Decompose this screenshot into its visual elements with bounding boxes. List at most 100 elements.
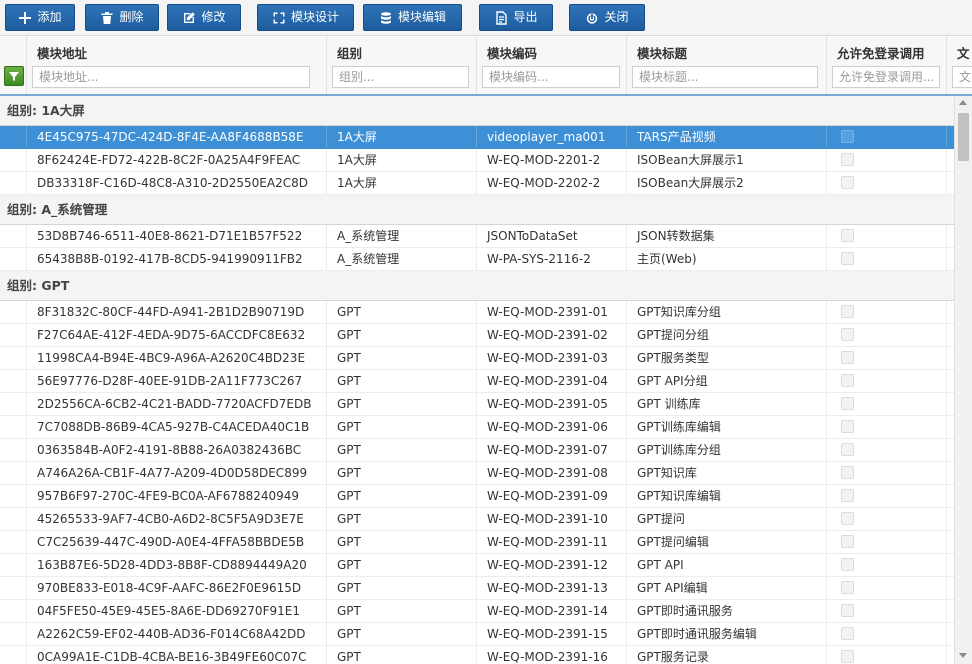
filter-input-allow-anonymous[interactable] bbox=[832, 66, 940, 88]
column-header-doc[interactable]: 文 bbox=[947, 36, 972, 94]
allow-anonymous-checkbox[interactable] bbox=[841, 558, 854, 571]
cell-doc bbox=[947, 577, 954, 599]
cell-group: GPT bbox=[327, 554, 477, 576]
cell-doc bbox=[947, 646, 954, 664]
table-row[interactable]: A746A26A-CB1F-4A77-A209-4D0D58DEC899 GPT W… bbox=[0, 462, 954, 485]
delete-button[interactable]: 删除 bbox=[85, 4, 159, 31]
filter-input-code[interactable] bbox=[482, 66, 620, 88]
cell-allow-anonymous bbox=[827, 149, 947, 171]
column-header-code[interactable]: 模块编码 bbox=[477, 36, 627, 94]
allow-anonymous-checkbox[interactable] bbox=[841, 443, 854, 456]
allow-anonymous-checkbox[interactable] bbox=[841, 420, 854, 433]
allow-anonymous-checkbox[interactable] bbox=[841, 512, 854, 525]
allow-anonymous-checkbox[interactable] bbox=[841, 604, 854, 617]
cell-address: 53D8B746-6511-40E8-8621-D71E1B57F522 bbox=[27, 225, 327, 247]
table-row[interactable]: F27C64AE-412F-4EDA-9D75-6ACCDFC8E632 GPT W… bbox=[0, 324, 954, 347]
allow-anonymous-checkbox[interactable] bbox=[841, 229, 854, 242]
table-row[interactable]: 11998CA4-B94E-4BC9-A96A-A2620C4BD23E GPT W… bbox=[0, 347, 954, 370]
table-row-selected[interactable]: 4E45C975-47DC-424D-8F4E-AA8F4688B58E 1A大屏… bbox=[0, 126, 954, 149]
cell-code: W-EQ-MOD-2391-15 bbox=[477, 623, 627, 645]
module-edit-label: 模块编辑 bbox=[397, 10, 446, 24]
close-button[interactable]: 关闭 bbox=[569, 4, 645, 31]
table-row[interactable]: 163B87E6-5D28-4DD3-8B8F-CD8894449A20 GPT W… bbox=[0, 554, 954, 577]
cell-title: ISOBean大屏展示2 bbox=[627, 172, 827, 194]
filter-input-doc[interactable] bbox=[952, 66, 972, 88]
table-row[interactable]: 0CA99A1E-C1DB-4CBA-BE16-3B49FE60C07C GPT W… bbox=[0, 646, 954, 664]
toolbar: 添加 删除 修改 模块设计 模块编辑 导出 关闭 bbox=[0, 0, 972, 36]
table-row[interactable]: 2D2556CA-6CB2-4C21-BADD-7720ACFD7EDB GPT W… bbox=[0, 393, 954, 416]
scrollbar-thumb[interactable] bbox=[958, 113, 969, 161]
allow-anonymous-checkbox[interactable] bbox=[841, 581, 854, 594]
allow-anonymous-checkbox[interactable] bbox=[841, 305, 854, 318]
allow-anonymous-checkbox[interactable] bbox=[841, 176, 854, 189]
group-header[interactable]: 组别: 1A大屏 bbox=[0, 96, 954, 126]
allow-anonymous-checkbox[interactable] bbox=[841, 466, 854, 479]
cell-address: 0363584B-A0F2-4191-8B88-26A0382436BC bbox=[27, 439, 327, 461]
column-header-group[interactable]: 组别 bbox=[327, 36, 477, 94]
cell-doc bbox=[947, 508, 954, 530]
scroll-down-icon[interactable] bbox=[959, 653, 967, 658]
allow-anonymous-checkbox[interactable] bbox=[841, 130, 854, 143]
row-indicator-cell bbox=[0, 416, 27, 438]
allow-anonymous-checkbox[interactable] bbox=[841, 489, 854, 502]
table-row[interactable]: 45265533-9AF7-4CB0-A6D2-8C5F5A9D3E7E GPT W… bbox=[0, 508, 954, 531]
allow-anonymous-checkbox[interactable] bbox=[841, 374, 854, 387]
filter-input-title[interactable] bbox=[632, 66, 818, 88]
table-row[interactable]: A2262C59-EF02-440B-AD36-F014C68A42DD GPT W… bbox=[0, 623, 954, 646]
allow-anonymous-checkbox[interactable] bbox=[841, 351, 854, 364]
table-row[interactable]: 0363584B-A0F2-4191-8B88-26A0382436BC GPT W… bbox=[0, 439, 954, 462]
module-edit-button[interactable]: 模块编辑 bbox=[363, 4, 462, 31]
table-row[interactable]: 970BE833-E018-4C9F-AAFC-86E2F0E9615D GPT W… bbox=[0, 577, 954, 600]
table-row[interactable]: C7C25639-447C-490D-A0E4-4FFA58BBDE5B GPT W… bbox=[0, 531, 954, 554]
cell-address: C7C25639-447C-490D-A0E4-4FFA58BBDE5B bbox=[27, 531, 327, 553]
table-row[interactable]: 957B6F97-270C-4FE9-BC0A-AF6788240949 GPT W… bbox=[0, 485, 954, 508]
column-chooser-button[interactable] bbox=[4, 66, 24, 86]
database-icon bbox=[379, 11, 393, 25]
allow-anonymous-checkbox[interactable] bbox=[841, 252, 854, 265]
column-header-title[interactable]: 模块标题 bbox=[627, 36, 827, 94]
cell-title: GPT API bbox=[627, 554, 827, 576]
column-header-address[interactable]: 模块地址 bbox=[27, 36, 327, 94]
cell-address: 04F5FE50-45E9-45E5-8A6E-DD69270F91E1 bbox=[27, 600, 327, 622]
column-title-doc: 文 bbox=[957, 46, 970, 61]
filter-input-address[interactable] bbox=[32, 66, 310, 88]
vertical-scrollbar[interactable] bbox=[954, 96, 972, 664]
allow-anonymous-checkbox[interactable] bbox=[841, 627, 854, 640]
grid-body: 组别: 1A大屏 4E45C975-47DC-424D-8F4E-AA8F4688… bbox=[0, 96, 954, 664]
column-header-allow-anonymous[interactable]: 允许免登录调用 bbox=[827, 36, 947, 94]
cell-doc bbox=[947, 172, 954, 194]
table-row[interactable]: 8F31832C-80CF-44FD-A941-2B1D2B90719D GPT W… bbox=[0, 301, 954, 324]
export-button[interactable]: 导出 bbox=[479, 4, 553, 31]
table-row[interactable]: 8F62424E-FD72-422B-8C2F-0A25A4F9FEAC 1A大屏… bbox=[0, 149, 954, 172]
module-design-button[interactable]: 模块设计 bbox=[257, 4, 354, 31]
power-icon bbox=[585, 11, 599, 25]
table-row[interactable]: 04F5FE50-45E9-45E5-8A6E-DD69270F91E1 GPT W… bbox=[0, 600, 954, 623]
scroll-up-icon[interactable] bbox=[959, 100, 967, 105]
cell-code: W-EQ-MOD-2391-11 bbox=[477, 531, 627, 553]
cell-address: A2262C59-EF02-440B-AD36-F014C68A42DD bbox=[27, 623, 327, 645]
edit-button-label: 修改 bbox=[201, 10, 226, 24]
add-button[interactable]: 添加 bbox=[5, 4, 75, 31]
export-button-label: 导出 bbox=[513, 10, 538, 24]
allow-anonymous-checkbox[interactable] bbox=[841, 328, 854, 341]
cell-address: 0CA99A1E-C1DB-4CBA-BE16-3B49FE60C07C bbox=[27, 646, 327, 664]
table-row[interactable]: 65438B8B-0192-417B-8CD5-941990911FB2 A_系统… bbox=[0, 248, 954, 271]
allow-anonymous-checkbox[interactable] bbox=[841, 153, 854, 166]
table-row[interactable]: 7C7088DB-86B9-4CA5-927B-C4ACEDA40C1B GPT W… bbox=[0, 416, 954, 439]
cell-address: 56E97776-D28F-40EE-91DB-2A11F773C267 bbox=[27, 370, 327, 392]
table-row[interactable]: 53D8B746-6511-40E8-8621-D71E1B57F522 A_系统… bbox=[0, 225, 954, 248]
edit-button[interactable]: 修改 bbox=[167, 4, 241, 31]
row-indicator-cell bbox=[0, 646, 27, 664]
cell-code: W-EQ-MOD-2391-03 bbox=[477, 347, 627, 369]
allow-anonymous-checkbox[interactable] bbox=[841, 397, 854, 410]
cell-title: GPT服务类型 bbox=[627, 347, 827, 369]
cell-allow-anonymous bbox=[827, 248, 947, 270]
filter-input-group[interactable] bbox=[332, 66, 469, 88]
allow-anonymous-checkbox[interactable] bbox=[841, 650, 854, 663]
group-header[interactable]: 组别: A_系统管理 bbox=[0, 195, 954, 225]
cell-code: videoplayer_ma001 bbox=[477, 126, 627, 148]
group-header[interactable]: 组别: GPT bbox=[0, 271, 954, 301]
table-row[interactable]: 56E97776-D28F-40EE-91DB-2A11F773C267 GPT W… bbox=[0, 370, 954, 393]
allow-anonymous-checkbox[interactable] bbox=[841, 535, 854, 548]
table-row[interactable]: DB33318F-C16D-48C8-A310-2D2550EA2C8D 1A大屏… bbox=[0, 172, 954, 195]
